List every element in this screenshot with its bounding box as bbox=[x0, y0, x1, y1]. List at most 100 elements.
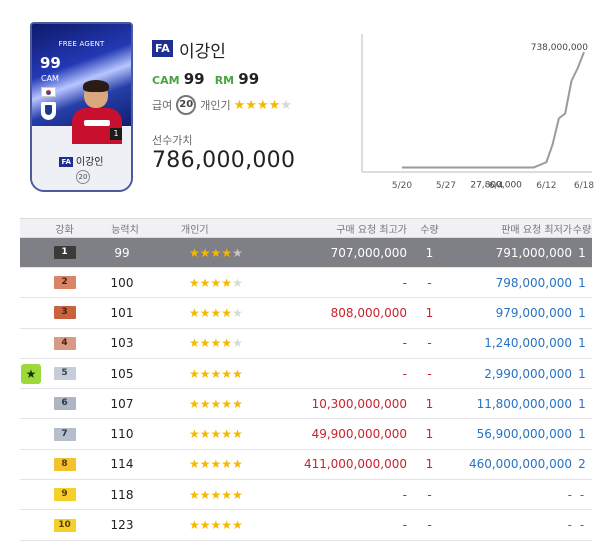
ovr-cell: 103 bbox=[110, 336, 134, 351]
card-salary: 20 bbox=[76, 170, 90, 184]
star-icon: ★ bbox=[210, 427, 222, 442]
table-header: 강화 능력치 개인기 구매 요청 최고가 수량 판매 요청 최저가 수량 bbox=[20, 218, 592, 238]
header-buy-qty: 수량 bbox=[420, 224, 439, 236]
buy-qty-cell: 1 bbox=[425, 245, 434, 260]
star-icon: ★ bbox=[232, 245, 243, 260]
buy-price-cell: - bbox=[402, 275, 407, 290]
upgrade-badge: 6 bbox=[53, 397, 76, 411]
star-icon: ★ bbox=[189, 275, 200, 290]
upgrade-cell: 9 bbox=[42, 488, 87, 502]
star-icon: ★ bbox=[232, 366, 243, 381]
star-icon: ★ bbox=[232, 305, 243, 320]
table-row[interactable]: 4 103 ★★★★★ - -1,240,000,000 1 bbox=[20, 329, 592, 359]
star-icon: ★ bbox=[189, 336, 200, 351]
header-sell-price: 판매 요청 최저가 bbox=[501, 224, 572, 236]
star-icon: ★ bbox=[210, 518, 222, 533]
sell-qty-cell: 1 bbox=[578, 245, 586, 260]
card-position: CAM bbox=[41, 74, 59, 83]
star-icon: ★ bbox=[199, 457, 211, 472]
player-card[interactable]: FREE AGENT 99 CAM 1 FA 이강인 20 bbox=[30, 22, 133, 192]
upgrade-cell: 3 bbox=[42, 306, 87, 320]
star-icon: ★ bbox=[256, 97, 269, 113]
star-icon: ★ bbox=[210, 396, 222, 411]
position-ratings: CAM 99 RM 99 bbox=[152, 70, 265, 88]
upgrade-badge: 4 bbox=[53, 336, 76, 350]
star-icon: ★ bbox=[189, 487, 200, 502]
buy-qty-cell: - bbox=[427, 518, 432, 533]
star-icon: ★ bbox=[221, 518, 233, 533]
star-icon: ★ bbox=[280, 97, 292, 113]
sell-qty-cell: - bbox=[579, 518, 585, 533]
star-icon: ★ bbox=[189, 305, 200, 320]
card-upgrade-level: 1 bbox=[110, 128, 122, 140]
sell-price-cell: 11,800,000,000 bbox=[476, 396, 572, 411]
star-icon: ★ bbox=[221, 245, 233, 260]
star-icon: ★ bbox=[199, 518, 211, 533]
star-icon: ★ bbox=[232, 275, 243, 290]
table-row[interactable]: 2 100 ★★★★★ - -798,000,000 1 bbox=[20, 268, 592, 299]
star-icon: ★ bbox=[199, 427, 211, 442]
buy-price-cell: - bbox=[402, 336, 407, 351]
star-icon: ★ bbox=[221, 305, 233, 320]
star-icon: ★ bbox=[189, 457, 200, 472]
sell-qty-cell: 2 bbox=[578, 457, 586, 472]
table-body: 1 99 ★★★★★ 707,000,000 1 791,000,000 1 2 100 ★★★★… bbox=[20, 238, 592, 541]
ovr-cell: 107 bbox=[110, 396, 134, 411]
upgrade-cell: 5 bbox=[42, 367, 87, 381]
korea-flag-icon bbox=[41, 87, 56, 97]
table-row[interactable]: ★ 5 105 ★★★★★ - -2,990,000,000 1 bbox=[20, 359, 592, 390]
skill-stars-cell: ★★★★★ bbox=[157, 397, 287, 411]
buy-price-cell: 10,300,000,000 bbox=[311, 396, 407, 411]
ovr-cell: 123 bbox=[110, 518, 134, 533]
buy-price-cell: - bbox=[402, 487, 407, 502]
table-row[interactable]: 6 107 ★★★★★ 10,300,000,000 1 11,800,000,000 1 bbox=[20, 389, 592, 420]
star-icon: ★ bbox=[221, 336, 233, 351]
upgrade-badge: 9 bbox=[53, 488, 76, 502]
market-table: 강화 능력치 개인기 구매 요청 최고가 수량 판매 요청 최저가 수량 1 99… bbox=[20, 218, 592, 541]
sell-price-cell: 56,900,000,000 bbox=[476, 427, 572, 442]
star-icon: ★ bbox=[210, 245, 222, 260]
player-value: 786,000,000 bbox=[152, 148, 296, 173]
upgrade-cell: 2 bbox=[42, 276, 87, 290]
star-icon: ★ bbox=[221, 396, 233, 411]
star-icon: ★ bbox=[189, 245, 200, 260]
star-icon: ★ bbox=[189, 427, 200, 442]
skill-stars-cell: ★★★★★ bbox=[157, 457, 287, 471]
position-ovr: 99 bbox=[238, 70, 260, 88]
table-row[interactable]: 3 101 ★★★★★ 808,000,000 1 979,000,000 1 bbox=[20, 298, 592, 329]
sell-price-cell: 798,000,000 bbox=[495, 275, 572, 290]
star-icon: ★ bbox=[221, 427, 233, 442]
ovr-cell: 101 bbox=[110, 305, 134, 320]
price-chart-svg: 5/20 5/27 6/4 6/12 6/18738,000,00027,800,000 bbox=[361, 34, 594, 191]
star-icon: ★ bbox=[210, 366, 222, 381]
buy-qty-cell: - bbox=[427, 336, 432, 351]
ovr-cell: 118 bbox=[110, 487, 134, 502]
table-row[interactable]: 10 123 ★★★★★ - - - - bbox=[20, 510, 592, 541]
salary-label: 급여 bbox=[152, 99, 173, 112]
table-row[interactable]: 1 99 ★★★★★ 707,000,000 1 791,000,000 1 bbox=[20, 238, 592, 268]
season-badge: FA bbox=[152, 40, 173, 57]
sell-qty-cell: 1 bbox=[578, 366, 586, 381]
star-icon: ★ bbox=[189, 518, 200, 533]
table-row[interactable]: 9 118 ★★★★★ - - - - bbox=[20, 480, 592, 511]
sell-price-cell: 979,000,000 bbox=[495, 305, 572, 320]
star-icon: ★ bbox=[232, 487, 243, 502]
upgrade-badge: 10 bbox=[53, 518, 76, 532]
x-tick-label: 6/12 bbox=[536, 181, 556, 191]
table-row[interactable]: 7 110 ★★★★★ 49,900,000,000 1 56,900,000,000 1 bbox=[20, 419, 592, 450]
upgrade-badge: 3 bbox=[53, 306, 76, 320]
table-row[interactable]: 8 114 ★★★★★ 411,000,000,000 1 460,000,000,000… bbox=[20, 450, 592, 481]
buy-qty-cell: 1 bbox=[425, 427, 434, 442]
upgrade-badge: 7 bbox=[53, 427, 76, 441]
x-tick-label: 5/20 bbox=[392, 181, 412, 191]
upgrade-cell: 7 bbox=[42, 427, 87, 441]
star-icon: ★ bbox=[232, 427, 243, 442]
star-icon: ★ bbox=[199, 336, 211, 351]
card-fa-tag: FA bbox=[59, 157, 73, 167]
star-icon: ★ bbox=[210, 275, 222, 290]
buy-qty-cell: - bbox=[427, 366, 432, 381]
upgrade-badge: 5 bbox=[53, 367, 76, 381]
star-icon: ★ bbox=[232, 457, 243, 472]
favorite-star-icon[interactable]: ★ bbox=[21, 363, 41, 384]
star-icon: ★ bbox=[221, 275, 233, 290]
